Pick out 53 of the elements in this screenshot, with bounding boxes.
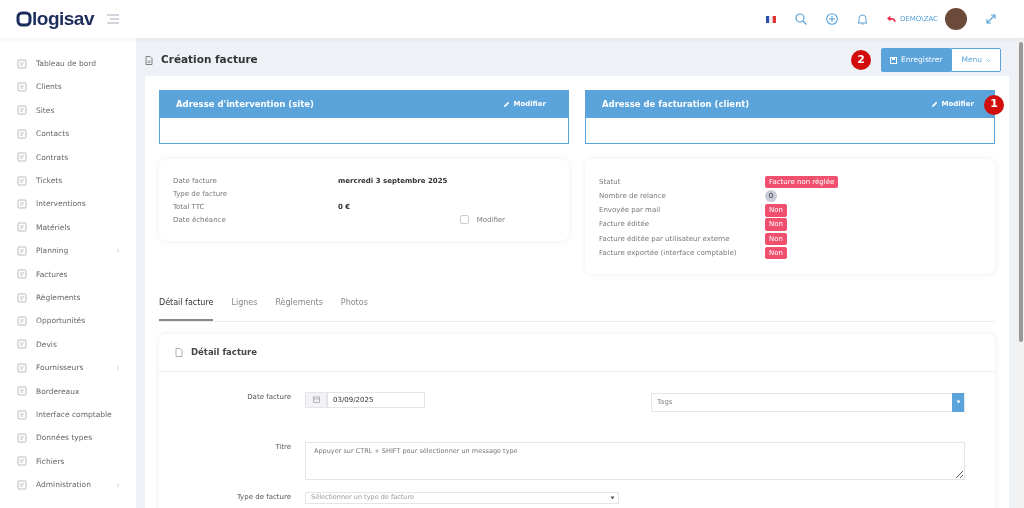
- page-icon: [17, 456, 27, 467]
- page-icon: [17, 432, 27, 443]
- page-icon: [17, 105, 27, 116]
- page-icon: [17, 152, 27, 163]
- tab[interactable]: Lignes: [231, 297, 258, 321]
- tab[interactable]: Règlements: [275, 297, 323, 321]
- page-icon: [17, 82, 27, 93]
- page-icon: [17, 409, 27, 420]
- card-title: Adresse de facturation (client): [602, 98, 750, 111]
- callout-marker: 1: [984, 94, 1004, 115]
- logo-icon: [16, 11, 32, 27]
- avatar[interactable]: [945, 8, 967, 30]
- chevron-right-icon: [116, 364, 120, 371]
- undo-arrow-icon[interactable]: [886, 15, 896, 23]
- page-icon: [17, 316, 27, 326]
- page-icon: [17, 222, 27, 233]
- page-title: Création facture: [161, 52, 258, 68]
- page-icon: [17, 269, 27, 280]
- page-icon: [17, 386, 27, 397]
- logo-text: logisav: [32, 6, 94, 31]
- page-icon: [17, 128, 27, 139]
- page-icon: [17, 339, 27, 350]
- caret-icon: [610, 495, 615, 500]
- page-icon: [17, 245, 27, 256]
- document-icon: [145, 55, 153, 65]
- chevron-right-icon: [116, 481, 120, 488]
- scrollbar-thumb[interactable]: [1018, 42, 1023, 342]
- page-icon: [17, 479, 27, 490]
- tab[interactable]: Photos: [340, 297, 368, 321]
- pencil-icon: [503, 101, 511, 108]
- page-icon: [17, 175, 27, 186]
- callout-marker: 2: [851, 50, 872, 70]
- card-title: Adresse d'intervention (site): [176, 98, 314, 111]
- page-icon: [17, 58, 27, 69]
- expand-icon[interactable]: [986, 14, 996, 24]
- bell-icon[interactable]: [856, 13, 868, 25]
- plus-circle-icon[interactable]: [825, 13, 838, 25]
- caret-icon: [955, 400, 961, 405]
- caret-icon: [986, 58, 991, 62]
- calendar-icon: [312, 396, 320, 404]
- menu-icon[interactable]: [106, 14, 120, 24]
- flag-icon[interactable]: [765, 15, 776, 23]
- document-icon: [175, 347, 183, 357]
- dropdown-toggle-button[interactable]: [952, 392, 964, 412]
- pencil-icon: [931, 101, 939, 108]
- chevron-right-icon: [116, 247, 120, 254]
- page-icon: [17, 362, 27, 373]
- tab[interactable]: Détail facture: [159, 297, 214, 321]
- page-icon: [17, 292, 27, 303]
- card-title: Détail facture: [191, 346, 257, 359]
- search-icon[interactable]: [794, 13, 807, 25]
- checkbox[interactable]: [459, 215, 469, 225]
- page-icon: [17, 199, 27, 210]
